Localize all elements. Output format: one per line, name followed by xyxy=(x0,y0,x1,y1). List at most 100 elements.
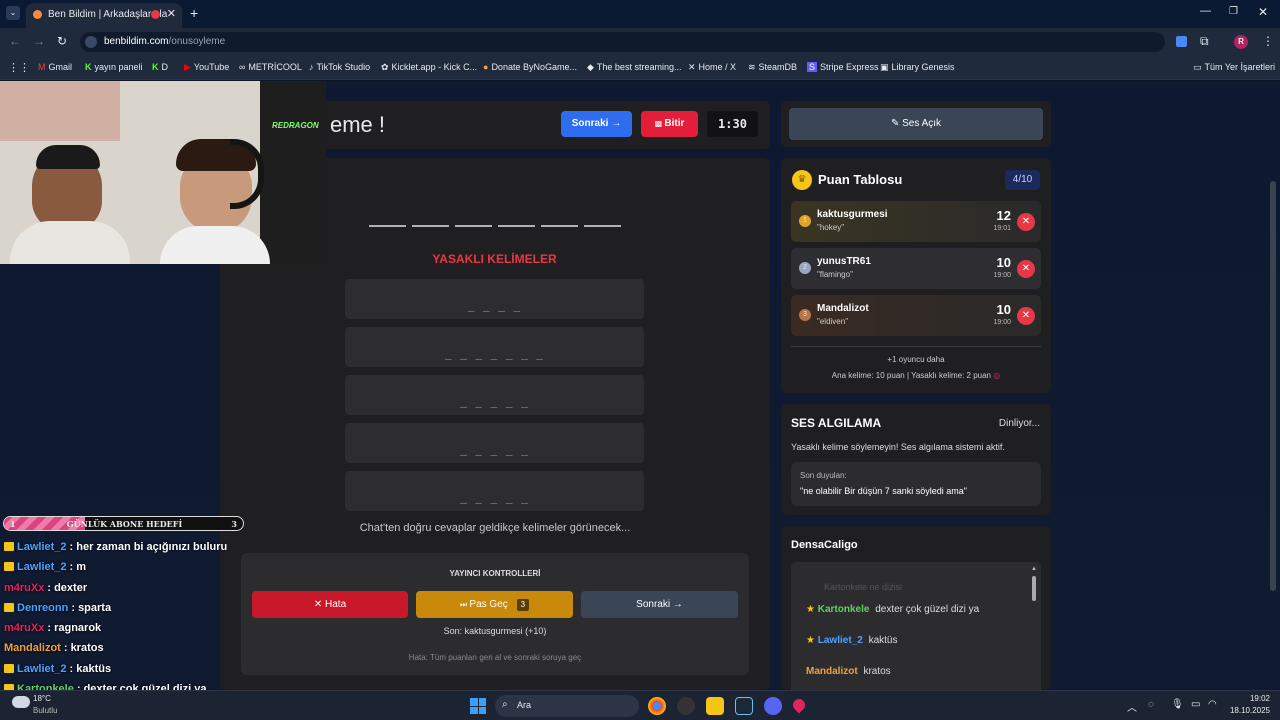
url-field[interactable]: benbildim.com/onusoyleme xyxy=(80,32,1165,52)
steam-icon[interactable] xyxy=(735,697,753,715)
window-close-icon[interactable]: ✕ xyxy=(1258,5,1268,19)
trophy-icon: ♛ xyxy=(792,170,812,190)
remove-player-button[interactable]: ✕ xyxy=(1017,307,1035,325)
network-icon[interactable]: ▭ xyxy=(1191,699,1200,710)
chat-username: Lawliet_2 xyxy=(817,635,863,646)
taskbar: 18°C Bulutlu ⌕ Ara ︿ ◌ 🎙 ▭ ◠ 19:02 18.10… xyxy=(0,690,1280,720)
weather-icon xyxy=(12,696,30,708)
page-title: eme ! xyxy=(330,112,386,137)
bookmark-steamdb[interactable]: ≋ SteamDB xyxy=(748,62,797,73)
forbidden-word: _ _ _ _ _ xyxy=(345,375,644,415)
bookmark-d[interactable]: KD xyxy=(152,62,168,72)
tab-list-button[interactable]: ⌄ xyxy=(6,6,20,20)
bookmark-tiktok-studio[interactable]: ♪ TikTok Studio xyxy=(309,62,370,72)
bookmark-yayin-paneli[interactable]: Kyayın paneli xyxy=(85,62,143,72)
overlay-chat-line: m4ruXx: ragnarok xyxy=(4,622,101,634)
overlay-chat-line: Lawliet_2: her zaman bi açığınızı buluru xyxy=(4,541,227,553)
bookmark-kicklet[interactable]: ✿ Kicklet.app - Kick C... xyxy=(381,62,477,73)
next-button-secondary[interactable]: Sonraki → xyxy=(581,591,738,618)
score-card-second: 2 yunusTR61 "flamingo" 10 19:00 ✕ xyxy=(791,248,1041,289)
chat-username: Kartonkele xyxy=(817,604,870,615)
discord-icon[interactable] xyxy=(764,697,782,715)
profile-avatar[interactable]: R xyxy=(1234,35,1248,49)
weather-desc: Bulutlu xyxy=(33,706,58,715)
site-info-icon[interactable] xyxy=(85,36,97,48)
recording-icon xyxy=(151,10,160,19)
finish-button[interactable]: ▩ Bitir xyxy=(641,111,698,137)
remove-player-button[interactable]: ✕ xyxy=(1017,213,1035,231)
overlay-chat-line: Lawliet_2: kaktüs xyxy=(4,663,111,675)
new-tab-icon[interactable]: + xyxy=(190,5,198,21)
bookmark-metricool[interactable]: ∞ METRİCOOL xyxy=(239,62,302,72)
all-bookmarks-folder[interactable]: ▭ Tüm Yer İşaretleri xyxy=(1193,62,1275,73)
bookmark-donate[interactable]: ● Donate ByNoGame... xyxy=(483,62,577,72)
obs-icon[interactable] xyxy=(677,697,695,715)
page-scrollbar[interactable] xyxy=(1270,181,1276,591)
sound-detect-status: Dinliyor... xyxy=(998,418,1040,429)
scoring-rules: Ana kelime: 10 puan | Yasaklı kelime: 2 … xyxy=(831,371,1001,380)
weather-temp[interactable]: 18°C xyxy=(33,694,51,703)
error-button[interactable]: ✕ Hata xyxy=(252,591,408,618)
mute-icon: ✎ xyxy=(890,118,903,129)
chat-message: Mandalizot kratos xyxy=(806,666,891,677)
gold-medal-icon: 1 xyxy=(799,215,811,227)
next-button[interactable]: Sonraki → xyxy=(561,111,632,137)
overlay-chat-text: : her zaman bi açığınızı buluru xyxy=(69,541,228,553)
bookmark-streaming[interactable]: ◆ The best streaming... xyxy=(587,62,681,73)
headset xyxy=(230,139,264,209)
windows-start-icon[interactable] xyxy=(470,698,486,714)
webcam-feed: REDRAGON xyxy=(0,81,326,264)
tray-chevron-icon[interactable]: ︿ xyxy=(1127,699,1137,714)
extensions-icon[interactable]: ⧉ xyxy=(1200,34,1209,49)
chat-scrollbar[interactable]: ▲ xyxy=(1031,566,1037,686)
chrome-icon[interactable] xyxy=(648,697,666,715)
back-icon[interactable]: ← xyxy=(9,34,21,48)
subscriber-crown-icon xyxy=(4,562,14,571)
player-points: 12 xyxy=(996,208,1011,223)
sound-detect-title: SES ALGILAMA xyxy=(791,416,882,430)
pass-button[interactable]: ⏭ Pas Geç 3 xyxy=(416,591,573,618)
location-app-icon[interactable] xyxy=(790,696,808,714)
overlay-chat-text: : sparta xyxy=(71,602,112,614)
hint-text: Chat'ten doğru cevaplar geldikçe kelimel… xyxy=(359,522,631,534)
clock-date[interactable]: 18.10.2025 xyxy=(1224,706,1270,715)
scroll-up-icon[interactable]: ▲ xyxy=(1031,566,1037,572)
word-letter-slot xyxy=(498,225,535,227)
person-left-shirt xyxy=(10,221,130,264)
overlay-chat-line: Lawliet_2: m xyxy=(4,561,86,573)
wifi-icon[interactable]: ◠ xyxy=(1208,699,1217,710)
forward-icon[interactable]: → xyxy=(33,34,45,48)
player-points: 10 xyxy=(996,255,1011,270)
file-explorer-icon[interactable] xyxy=(706,697,724,715)
url-path: /onusoyleme xyxy=(168,36,226,47)
last-status: Son: kaktusgurmesi (+10) xyxy=(443,626,547,636)
last-heard-text: "ne olabilir Bir düşün 7 sanki söyledi a… xyxy=(800,486,967,496)
tray-app-icon[interactable]: ◌ xyxy=(1148,699,1154,710)
overlay-chat-username: Lawliet_2 xyxy=(17,541,67,553)
translate-icon[interactable] xyxy=(1176,36,1187,47)
bookmark-library-genesis[interactable]: ▣ Library Genesis xyxy=(880,62,955,73)
scoreboard-title: Puan Tablosu xyxy=(818,172,903,187)
star-icon: ★ xyxy=(806,604,815,615)
microphone-icon[interactable]: 🎙 xyxy=(1171,699,1184,710)
reload-icon[interactable]: ↻ xyxy=(57,34,67,48)
score-card-third: 3 Mandalizot "eldiven" 10 19:00 ✕ xyxy=(791,295,1041,336)
maximize-icon[interactable]: ❐ xyxy=(1229,6,1238,17)
active-tab[interactable]: Ben Bildim | Arkadaşlarınla ✕ xyxy=(26,3,182,28)
checkered-flag-icon: ▩ xyxy=(654,119,665,128)
chat-message: ★ Lawliet_2 kaktüs xyxy=(806,635,897,646)
menu-icon[interactable]: ⋮ xyxy=(1262,34,1274,48)
clock-time[interactable]: 19:02 xyxy=(1230,694,1270,703)
bookmark-stripe[interactable]: S Stripe Express xyxy=(807,62,879,72)
apps-grid-icon[interactable]: ⋮⋮ xyxy=(8,61,30,74)
bookmark-youtube[interactable]: ▶ YouTube xyxy=(184,62,229,73)
overlay-chat-username: Denreonn xyxy=(17,602,69,614)
remove-player-button[interactable]: ✕ xyxy=(1017,260,1035,278)
minimize-icon[interactable]: — xyxy=(1200,5,1211,17)
bookmark-x[interactable]: ✕ Home / X xyxy=(688,62,736,73)
scrollbar-thumb[interactable] xyxy=(1032,576,1036,601)
bookmark-gmail[interactable]: M Gmail xyxy=(38,62,72,72)
sound-button[interactable]: ✎ Ses Açık xyxy=(789,108,1043,140)
tab-close-icon[interactable]: ✕ xyxy=(167,7,176,20)
taskbar-search[interactable]: ⌕ Ara xyxy=(495,695,639,717)
